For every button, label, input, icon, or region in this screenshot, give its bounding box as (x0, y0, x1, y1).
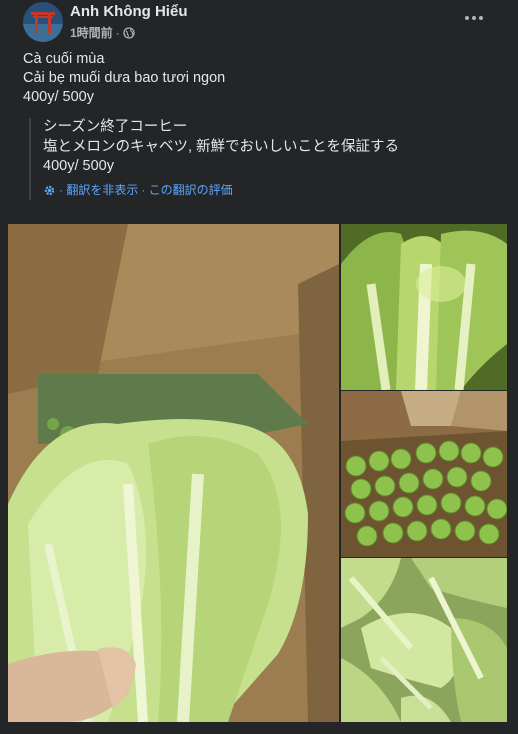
avatar[interactable] (23, 2, 63, 42)
author-name[interactable]: Anh Không Hiểu (70, 3, 187, 20)
post-card: Anh Không Hiểu 1時間前 · Cà cuối mùa Cải bẹ… (0, 0, 518, 734)
gear-icon (44, 185, 55, 195)
translation-block: シーズン終了コーヒー 塩とメロンのキャベツ, 新鮮でおいしいことを保証する 40… (29, 118, 489, 200)
post-line: Cải bẹ muối dưa bao tươi ngon (23, 70, 226, 86)
rate-translation-link[interactable]: · この翻訳の評価 (141, 181, 232, 201)
hide-translation-link[interactable]: · 翻訳を非表示 (59, 181, 138, 201)
more-options-button[interactable] (460, 6, 488, 30)
translation-links: · 翻訳を非表示 · この翻訳の評価 (43, 181, 489, 201)
post-line: 400y/ 500y (23, 89, 94, 105)
translation-line: シーズン終了コーヒー (43, 119, 188, 135)
photo-mustard-greens-pile[interactable] (341, 558, 507, 722)
translation-line: 400y/ 500y (43, 158, 114, 174)
globe-icon (123, 26, 135, 39)
translation-line: 塩とメロンのキャベツ, 新鮮でおいしいことを保証する (43, 138, 400, 155)
photo-mustard-greens-in-hand[interactable] (8, 224, 339, 722)
post-text: Cà cuối mùa Cải bẹ muối dưa bao tươi ngo… (23, 50, 225, 107)
post-line: Cà cuối mùa (23, 51, 105, 67)
dot-icon (472, 16, 476, 20)
post-meta: 1時間前 · (70, 24, 135, 41)
photo-green-eggplants-in-box[interactable] (341, 391, 507, 557)
photo-mustard-greens-closeup[interactable] (341, 224, 507, 390)
post-time[interactable]: 1時間前 (70, 24, 113, 41)
dot-icon (479, 16, 483, 20)
meta-separator: · (115, 25, 120, 40)
dot-icon (465, 16, 469, 20)
